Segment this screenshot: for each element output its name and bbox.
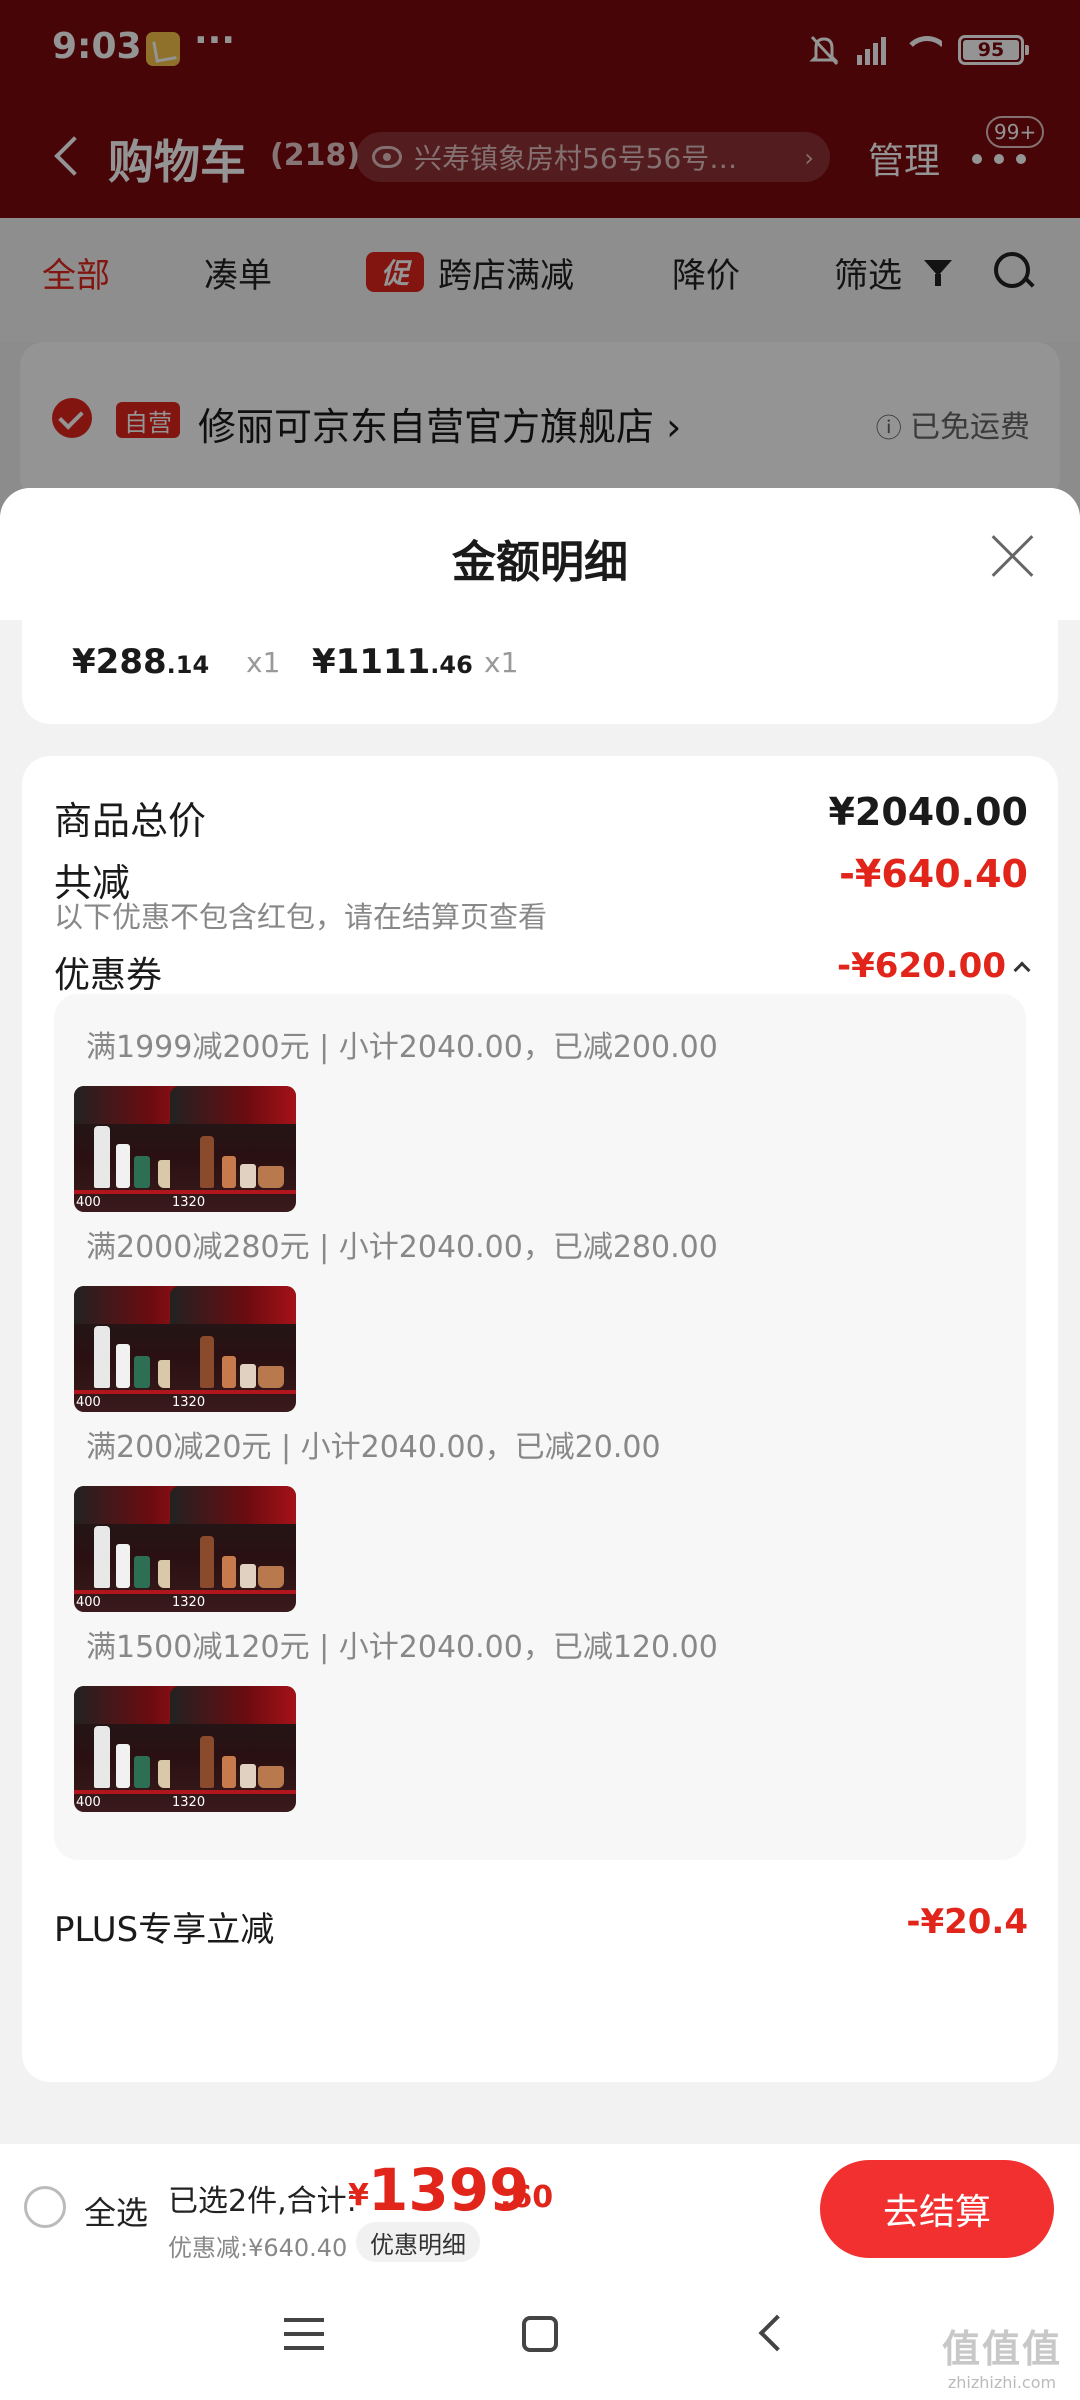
chevron-up-icon: [1013, 961, 1031, 978]
watermark-logo: 值值值: [941, 2327, 1062, 2371]
coupon-row-toggle[interactable]: -¥620.00: [837, 946, 1031, 986]
thumb-price-label: 400: [76, 1395, 101, 1410]
selected-summary: 已选2件,合计:: [168, 2184, 357, 2219]
sheet-header: 金额明细: [0, 488, 1080, 620]
thumb-price-label: 400: [76, 1595, 101, 1610]
amount-detail-sheet: 金额明细 ¥288.14 x1 ¥1111.46 x1 商品总价 ¥2040.0…: [0, 488, 1080, 2400]
discount-detail-button[interactable]: 优惠明细: [356, 2222, 480, 2262]
menu-icon[interactable]: [284, 2318, 324, 2352]
home-icon[interactable]: [522, 2316, 558, 2352]
discount-summary: 优惠减:¥640.40: [168, 2234, 348, 2262]
close-icon[interactable]: [990, 532, 1036, 578]
thumb-price-label: 400: [76, 1195, 101, 1210]
sheet-title: 金额明细: [452, 537, 628, 588]
select-all-label[interactable]: 全选: [84, 2188, 148, 2234]
product-thumbnail[interactable]: 1320: [170, 1486, 296, 1612]
coupon-rule: 满1500减120元 | 小计2040.00，已减120.00: [86, 1630, 718, 1665]
product-thumbnail[interactable]: 1320: [170, 1286, 296, 1412]
item-price: ¥1111.46: [312, 642, 473, 682]
discount-note: 以下优惠不包含红包，请在结算页查看: [54, 900, 548, 934]
product-thumbnail[interactable]: 1320: [170, 1686, 296, 1812]
coupon-label: 优惠券: [54, 955, 163, 996]
item-price-integer: ¥1111: [312, 642, 431, 682]
back-icon[interactable]: [758, 2314, 796, 2352]
thumb-price-label: 400: [76, 1795, 101, 1810]
thumb-price-label: 1320: [172, 1395, 206, 1410]
coupon-rule: 满2000减280元 | 小计2040.00，已减280.00: [86, 1230, 718, 1265]
coupon-rule: 满200减20元 | 小计2040.00，已减20.00: [86, 1430, 661, 1465]
reduce-value: -¥640.40: [839, 852, 1028, 896]
watermark: 值值值 zhizhizhi.com: [942, 2318, 1062, 2392]
thumb-price-label: 1320: [172, 1195, 206, 1210]
coupon-rule: 满1999减200元 | 小计2040.00，已减200.00: [86, 1030, 718, 1065]
amount-detail-card: 商品总价 ¥2040.00 共减 -¥640.40 以下优惠不包含红包，请在结算…: [22, 756, 1058, 2082]
thumb-price-label: 1320: [172, 1595, 206, 1610]
total-label: 商品总价: [54, 799, 207, 843]
item-price-integer: ¥288: [72, 642, 167, 682]
select-all-checkbox[interactable]: [24, 2186, 66, 2228]
checkout-bar: 全选 已选2件,合计: ¥ 1399 .60 优惠减:¥640.40 优惠明细 …: [0, 2144, 1080, 2270]
plus-value: -¥20.4: [906, 1902, 1028, 1942]
total-currency: ¥: [348, 2178, 369, 2213]
item-price-decimal: .14: [166, 651, 210, 679]
item-qty: x1: [484, 646, 519, 679]
thumb-price-label: 1320: [172, 1795, 206, 1810]
watermark-url: zhizhizhi.com: [947, 2373, 1057, 2392]
item-price-decimal: .46: [430, 651, 473, 679]
checkout-button[interactable]: 去结算: [820, 2160, 1054, 2258]
item-prices-card: ¥288.14 x1 ¥1111.46 x1: [22, 620, 1058, 724]
item-qty: x1: [246, 646, 281, 679]
plus-label: PLUS专享立减: [54, 1910, 275, 1950]
coupon-list: 满1999减200元 | 小计2040.00，已减200.00 400 1320…: [54, 994, 1026, 1860]
product-thumbnail[interactable]: 1320: [170, 1086, 296, 1212]
total-amount-decimal: .60: [500, 2180, 554, 2215]
total-value: ¥2040.00: [828, 790, 1028, 834]
coupon-value: -¥620.00: [837, 946, 1006, 986]
system-nav-bar: 值值值 zhizhizhi.com: [0, 2270, 1080, 2400]
item-price: ¥288.14: [72, 642, 209, 682]
